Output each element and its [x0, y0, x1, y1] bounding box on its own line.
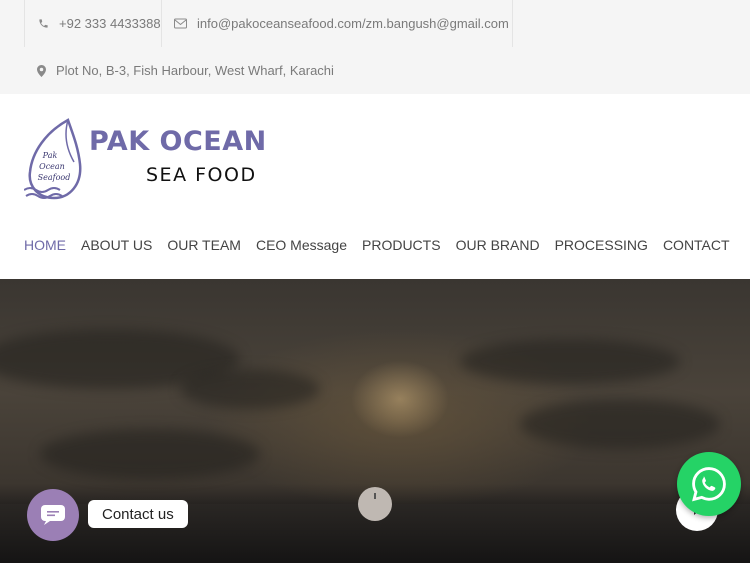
nav-item-processing[interactable]: PROCESSING: [555, 237, 648, 253]
contact-us-label[interactable]: Contact us: [88, 500, 188, 528]
nav-item-about-us[interactable]: ABOUT US: [81, 237, 152, 253]
nav-item-products[interactable]: PRODUCTS: [362, 237, 441, 253]
whatsapp-icon: [692, 467, 726, 502]
svg-text:Ocean: Ocean: [39, 162, 65, 171]
nav-item-our-team[interactable]: OUR TEAM: [167, 237, 241, 253]
site-header: Pak Ocean Seafood PAK OCEAN SEA FOOD HOM…: [0, 94, 750, 279]
fish-logo-icon: Pak Ocean Seafood: [24, 118, 82, 200]
topbar-address: Plot No, B-3, Fish Harbour, West Wharf, …: [24, 47, 334, 94]
hero-cloud: [40, 429, 260, 479]
logo-brand-text: PAK OCEAN: [89, 126, 267, 157]
slider-pagination-dot[interactable]: [358, 487, 392, 521]
phone-text: +92 333 4433388: [59, 16, 161, 31]
chat-icon: [41, 505, 65, 525]
nav-item-ceo-message[interactable]: CEO Message: [256, 237, 347, 253]
main-nav: HOME ABOUT US OUR TEAM CEO Message PRODU…: [24, 237, 730, 253]
topbar-phone[interactable]: +92 333 4433388: [24, 0, 161, 47]
top-info-bar: +92 333 4433388 info@pakoceanseafood.com…: [0, 0, 750, 94]
svg-text:Pak: Pak: [42, 151, 58, 160]
nav-item-our-brand[interactable]: OUR BRAND: [456, 237, 540, 253]
topbar-email[interactable]: info@pakoceanseafood.com/zm.bangush@gmai…: [161, 0, 513, 47]
chat-widget-button[interactable]: [27, 489, 79, 541]
nav-item-home[interactable]: HOME: [24, 237, 66, 253]
address-text: Plot No, B-3, Fish Harbour, West Wharf, …: [56, 63, 334, 78]
map-pin-icon: [37, 64, 46, 77]
hero-cloud: [460, 339, 680, 384]
phone-icon: [38, 18, 49, 29]
hero-slider: Contact us: [0, 279, 750, 563]
email-text: info@pakoceanseafood.com/zm.bangush@gmai…: [197, 16, 509, 31]
hero-cloud: [520, 399, 720, 449]
hero-cloud: [180, 369, 320, 409]
whatsapp-button[interactable]: [677, 452, 741, 516]
envelope-icon: [174, 18, 187, 29]
site-logo[interactable]: Pak Ocean Seafood PAK OCEAN SEA FOOD: [24, 118, 267, 204]
nav-item-contact[interactable]: CONTACT: [663, 237, 730, 253]
logo-sub-text: SEA FOOD: [146, 164, 257, 186]
svg-text:Seafood: Seafood: [38, 173, 71, 182]
